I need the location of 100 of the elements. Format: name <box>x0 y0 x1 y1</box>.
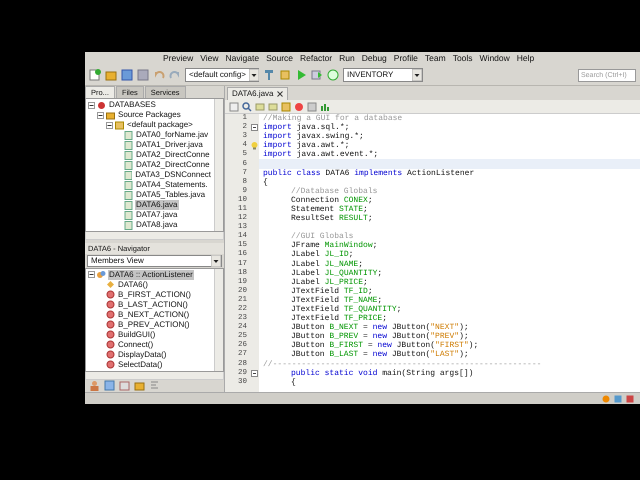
circle-icon <box>106 360 115 370</box>
folder-icon[interactable] <box>105 69 117 81</box>
tree-item[interactable]: B_FIRST_ACTION() <box>117 290 192 300</box>
lightbulb-icon[interactable] <box>250 142 258 150</box>
tree-item[interactable]: DATA6() <box>117 280 149 290</box>
code-line: JLabel JL_ID; <box>290 250 354 260</box>
new-file-icon[interactable] <box>89 69 101 81</box>
tree-item[interactable]: DATA0_forName.jav <box>135 130 210 140</box>
menu-item[interactable]: Help <box>516 53 534 64</box>
circle-icon <box>106 350 115 360</box>
editor-tab[interactable]: DATA6.java <box>227 87 288 100</box>
window-icon[interactable] <box>119 380 130 392</box>
menu-item[interactable]: Navigate <box>226 53 260 64</box>
menu-item[interactable]: Window <box>480 53 510 64</box>
tree-item[interactable]: DATA2_DirectConne <box>135 160 211 170</box>
code-line: JButton B_NEXT = new JButton("NEXT"); <box>290 323 469 332</box>
code-line: JTextField TF_PRICE; <box>290 314 388 324</box>
menu-item[interactable]: View <box>200 53 219 64</box>
class-icon <box>97 270 106 280</box>
code-line: JLabel JL_QUANTITY; <box>290 268 382 278</box>
fold-toggle-icon[interactable] <box>250 370 258 377</box>
code-line: { <box>262 178 268 187</box>
diamond-icon <box>106 280 115 290</box>
close-icon[interactable] <box>276 91 282 97</box>
dropdown-arrow-icon[interactable] <box>412 69 422 81</box>
fold-toggle-icon[interactable] <box>250 124 258 132</box>
redo-icon[interactable] <box>169 69 181 81</box>
menu-item[interactable]: Refactor <box>300 53 332 64</box>
code-line: JButton B_FIRST = new JButton("FIRST"); <box>290 341 478 350</box>
menu-item[interactable]: Preview <box>163 53 194 64</box>
circle-icon <box>106 310 115 320</box>
collapse-toggle-icon[interactable] <box>106 122 113 128</box>
tree-item[interactable]: DisplayData() <box>117 350 168 360</box>
code-line: ResultSet RESULT; <box>290 214 373 224</box>
search-icon[interactable] <box>242 102 252 112</box>
menu-item[interactable]: Source <box>266 53 294 64</box>
circle-icon <box>106 300 115 310</box>
tree-item[interactable]: DATA6 :: ActionListener <box>108 270 194 280</box>
tree-item[interactable]: B_PREV_ACTION() <box>117 320 191 330</box>
code-line: Connection CONEX; <box>290 196 373 205</box>
circle-icon <box>106 330 115 340</box>
code-line: JLabel JL_PRICE; <box>290 278 368 287</box>
collapse-toggle-icon[interactable] <box>88 271 95 278</box>
menu-item[interactable]: Team <box>424 53 446 64</box>
code-line: import java.sql.*; <box>262 123 350 132</box>
code-line: JButton B_LAST = new JButton("LAST"); <box>290 350 469 360</box>
config-dropdown[interactable]: <default config> <box>185 68 259 82</box>
menu-item[interactable]: Tools <box>452 53 473 64</box>
view-dropdown[interactable]: Members View <box>87 254 222 267</box>
tree-item[interactable]: DATA8.java <box>135 220 178 230</box>
tree-item[interactable]: B_NEXT_ACTION() <box>117 310 190 320</box>
collapse-toggle-icon[interactable] <box>88 102 95 108</box>
code-line: Statement STATE; <box>290 204 368 214</box>
folder-icon <box>106 110 115 120</box>
undo-icon[interactable] <box>153 69 165 81</box>
code-line: JFrame MainWindow; <box>290 241 378 250</box>
code-line: //Making a GUI for a database <box>262 114 402 124</box>
tree-item[interactable]: B_LAST_ACTION() <box>117 300 189 310</box>
folder-icon[interactable] <box>134 380 145 392</box>
tree-item[interactable]: SelectData() <box>117 360 164 370</box>
vertical-scrollbar[interactable] <box>214 268 223 371</box>
code-editor[interactable] <box>225 114 640 392</box>
code-line: JTextField TF_ID; <box>290 286 373 296</box>
tree-item[interactable]: DATABASES <box>108 100 157 110</box>
tree-item[interactable]: <default package> <box>126 120 194 130</box>
code-line: import javax.swing.*; <box>262 132 364 142</box>
code-line: import java.awt.*; <box>262 141 350 150</box>
tree-item[interactable]: DATA3_DSNConnect <box>134 170 212 180</box>
bar-chart-icon[interactable] <box>320 102 330 112</box>
square-icon[interactable] <box>104 380 115 392</box>
code-line: //GUI Globals <box>290 232 354 242</box>
dropdown-arrow-icon[interactable] <box>211 254 221 267</box>
tree-item[interactable]: DATA1_Driver.java <box>135 140 204 150</box>
dropdown-arrow-icon[interactable] <box>248 69 259 81</box>
circle-icon <box>106 320 115 330</box>
menu-item[interactable]: Profile <box>394 53 418 64</box>
tree-item[interactable]: DATA4_Statements. <box>135 180 209 190</box>
tree-item[interactable]: DATA5_Tables.java <box>135 190 206 200</box>
code-line: import java.awt.event.*; <box>262 150 378 160</box>
vertical-scrollbar[interactable] <box>214 99 223 231</box>
code-line: JButton B_PREV = new JButton("PREV"); <box>290 332 469 342</box>
project-dropdown[interactable]: INVENTORY <box>343 68 423 82</box>
code-line: JTextField TF_QUANTITY; <box>290 305 402 314</box>
menu-item[interactable]: Debug <box>362 53 387 64</box>
code-line: { <box>290 378 296 387</box>
horizontal-scrollbar[interactable] <box>85 232 224 240</box>
play-icon[interactable] <box>295 69 307 81</box>
menu-item[interactable]: Run <box>339 53 355 64</box>
sort-icon[interactable] <box>149 380 160 392</box>
collapse-toggle-icon[interactable] <box>97 112 104 118</box>
tree-item[interactable]: DATA7.java <box>135 210 178 220</box>
tree-item[interactable]: BuildGUI() <box>117 330 156 340</box>
rectangle-icon[interactable] <box>307 102 317 112</box>
code-line: //Database Globals <box>290 186 378 196</box>
circle-icon[interactable] <box>294 102 304 112</box>
tree-item[interactable]: Connect() <box>117 340 154 350</box>
tree-item[interactable]: DATA2_DirectConne <box>135 150 211 160</box>
tree-item[interactable]: Source Packages <box>117 110 182 120</box>
tree-item[interactable]: DATA6.java <box>135 200 178 210</box>
code-line: //-------------------------------------------------------- <box>262 360 542 369</box>
